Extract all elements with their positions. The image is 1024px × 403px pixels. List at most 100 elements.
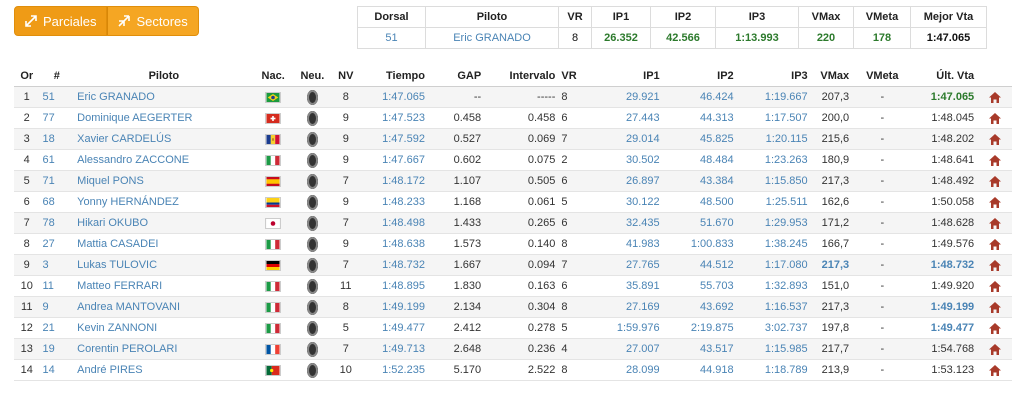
cell-ult-vta: 1:53.123 [912, 359, 978, 381]
cell-piloto[interactable]: Kevin ZANNONI [74, 317, 254, 339]
cell-num[interactable]: 27 [39, 233, 75, 255]
home-icon[interactable] [988, 196, 1001, 208]
cell-piloto[interactable]: Andrea MANTOVANI [74, 296, 254, 318]
home-icon[interactable] [988, 364, 1001, 376]
cell-num[interactable]: 3 [39, 254, 75, 276]
best-header-vmeta: VMeta [853, 6, 911, 28]
home-icon[interactable] [988, 343, 1001, 355]
cell-or: 3 [14, 128, 40, 150]
cell-vmeta: - [852, 338, 913, 360]
cell-ip1: 1:59.976 [593, 317, 663, 339]
home-icon[interactable] [988, 112, 1001, 124]
cell-num[interactable]: 68 [39, 191, 75, 213]
cell-piloto[interactable]: Eric GRANADO [74, 86, 254, 108]
home-icon[interactable] [988, 91, 1001, 103]
cell-piloto[interactable]: Miquel PONS [74, 170, 254, 192]
cell-piloto[interactable]: Hikari OKUBO [74, 212, 254, 234]
home-icon[interactable] [988, 280, 1001, 292]
cell-num[interactable]: 14 [39, 359, 75, 381]
cell-piloto[interactable]: Alessandro ZACCONE [74, 149, 254, 171]
best-header-ip2: IP2 [650, 6, 716, 28]
cell-vmax: 217,3 [810, 170, 853, 192]
cell-ip1: 41.983 [593, 233, 663, 255]
cell-intervalo: 0.094 [484, 254, 559, 276]
cell-intervalo: 0.265 [484, 212, 559, 234]
cell-piloto[interactable]: Xavier CARDELÚS [74, 128, 254, 150]
cell-num[interactable]: 71 [39, 170, 75, 192]
header-or: Or [14, 66, 40, 87]
home-icon[interactable] [988, 217, 1001, 229]
cell-piloto[interactable]: Matteo FERRARI [74, 275, 254, 297]
cell-vmax: 215,6 [810, 128, 853, 150]
cell-nv: 9 [332, 128, 360, 150]
cell-vr: 8 [558, 296, 594, 318]
best-dorsal[interactable]: 51 [357, 27, 426, 49]
cell-num[interactable]: 51 [39, 86, 75, 108]
cell-vr: 8 [558, 233, 594, 255]
cell-num[interactable]: 19 [39, 338, 75, 360]
cell-vr: 7 [558, 128, 594, 150]
home-icon[interactable] [988, 259, 1001, 271]
table-row: 2 77 Dominique AEGERTER 9 1:47.523 0.458 0.458… [14, 107, 1012, 129]
header-vmeta: VMeta [852, 66, 913, 87]
home-icon[interactable] [988, 154, 1001, 166]
cell-or: 4 [14, 149, 40, 171]
cell-gap: 1.168 [427, 191, 485, 213]
cell-vmeta: - [852, 233, 913, 255]
cell-ip1: 30.502 [593, 149, 663, 171]
cell-gap: 0.602 [427, 149, 485, 171]
home-icon[interactable] [988, 322, 1001, 334]
best-piloto[interactable]: Eric GRANADO [425, 27, 559, 49]
home-icon[interactable] [988, 301, 1001, 313]
cell-tiempo: 1:47.667 [359, 149, 428, 171]
tyre-icon [292, 86, 333, 108]
cell-vr: 6 [558, 275, 594, 297]
cell-gap: 2.134 [427, 296, 485, 318]
cell-ip2: 48.500 [662, 191, 737, 213]
cell-vmeta: - [852, 212, 913, 234]
cell-num[interactable]: 18 [39, 128, 75, 150]
cell-gap: 1.830 [427, 275, 485, 297]
cell-vmeta: - [852, 149, 913, 171]
tab-sectores[interactable]: Sectores [107, 6, 199, 36]
home-icon[interactable] [988, 175, 1001, 187]
cell-ip2: 44.918 [662, 359, 737, 381]
header-nac: Nac. [253, 66, 293, 87]
cell-piloto[interactable]: Lukas TULOVIC [74, 254, 254, 276]
cell-piloto[interactable]: Dominique AEGERTER [74, 107, 254, 129]
table-row: 6 68 Yonny HERNÁNDEZ 9 1:48.233 1.168 0.061 5 30… [14, 191, 1012, 213]
cell-tiempo: 1:47.523 [359, 107, 428, 129]
cell-num[interactable]: 21 [39, 317, 75, 339]
cell-vr: 5 [558, 317, 594, 339]
best-vmax: 220 [798, 27, 854, 49]
cell-or: 14 [14, 359, 40, 381]
cell-actions [977, 170, 1012, 192]
cell-num[interactable]: 61 [39, 149, 75, 171]
cell-piloto[interactable]: Mattia CASADEI [74, 233, 254, 255]
cell-gap: 1.667 [427, 254, 485, 276]
cell-num[interactable]: 11 [39, 275, 75, 297]
cell-piloto[interactable]: Corentin PEROLARI [74, 338, 254, 360]
cell-or: 13 [14, 338, 40, 360]
nationality-flag-icon [253, 191, 293, 213]
cell-nv: 7 [332, 212, 360, 234]
tab-parciales[interactable]: Parciales [14, 6, 108, 36]
header-num: # [39, 66, 75, 87]
cell-vr: 7 [558, 254, 594, 276]
home-icon[interactable] [988, 133, 1001, 145]
cell-intervalo: 0.075 [484, 149, 559, 171]
nationality-flag-icon [253, 338, 293, 360]
home-icon[interactable] [988, 238, 1001, 250]
best-vr: 8 [558, 27, 592, 49]
cell-num[interactable]: 9 [39, 296, 75, 318]
cell-piloto[interactable]: Yonny HERNÁNDEZ [74, 191, 254, 213]
cell-piloto[interactable]: André PIRES [74, 359, 254, 381]
cell-vmax: 200,0 [810, 107, 853, 129]
cell-ult-vta: 1:48.492 [912, 170, 978, 192]
cell-ip1: 35.891 [593, 275, 663, 297]
cell-num[interactable]: 78 [39, 212, 75, 234]
cell-num[interactable]: 77 [39, 107, 75, 129]
cell-tiempo: 1:48.233 [359, 191, 428, 213]
table-row: 12 21 Kevin ZANNONI 5 1:49.477 2.412 0.278 5 1:5… [14, 317, 1012, 339]
cell-ip3: 1:20.115 [736, 128, 811, 150]
